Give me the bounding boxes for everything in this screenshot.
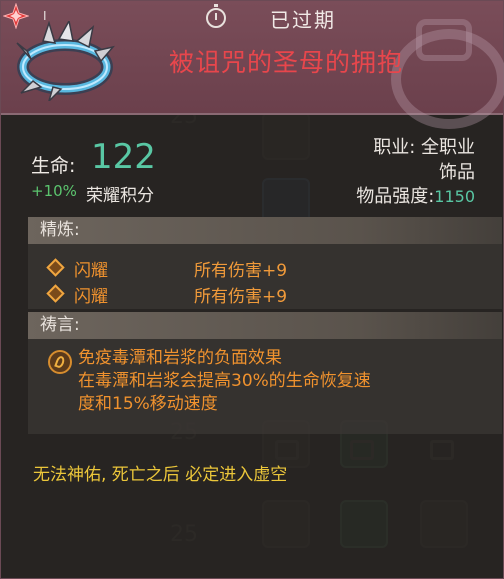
refine-heading: 精炼: xyxy=(28,217,502,244)
ring-item-icon xyxy=(16,21,116,101)
item-power-value: 1150 xyxy=(434,187,475,206)
refine-effect: 所有伤害+9 xyxy=(194,287,288,307)
prayer-line: 免疫毒潭和岩浆的负面效果 xyxy=(78,348,282,368)
bonus-label: 荣耀积分 xyxy=(86,186,154,206)
refine-row: 闪耀 所有伤害+9 xyxy=(46,256,288,281)
item-power: 物品强度:1150 xyxy=(356,182,475,208)
prayer-description: 免疫毒潭和岩浆的负面效果 在毒潭和岩浆会提高30%的生命恢复速 度和15%移动速… xyxy=(78,347,488,416)
life-value: 122 xyxy=(91,137,156,177)
refine-row: 闪耀 所有伤害+9 xyxy=(46,282,288,307)
refine-name: 闪耀 xyxy=(74,287,108,307)
prayer-line: 度和15%移动速度 xyxy=(78,394,218,414)
refine-name: 闪耀 xyxy=(74,261,108,281)
diamond-icon xyxy=(46,258,65,277)
item-type: 饰品 xyxy=(439,162,475,183)
item-tooltip: I 已过期 被诅咒的圣母的拥抱 生命: 122 +10% 荣耀积分 职业: 全职… xyxy=(0,0,504,579)
prayer-line: 在毒潭和岩浆会提高30%的生命恢复速 xyxy=(78,371,371,391)
ring-watermark-gem xyxy=(416,19,472,61)
bonus-percent: +10% xyxy=(31,182,77,200)
diamond-icon xyxy=(46,284,65,303)
tooltip-header: I 已过期 被诅咒的圣母的拥抱 xyxy=(1,1,504,129)
life-label: 生命: xyxy=(31,155,76,177)
clock-icon xyxy=(206,4,226,28)
expired-label: 已过期 xyxy=(270,7,336,32)
item-name: 被诅咒的圣母的拥抱 xyxy=(168,48,403,77)
prayer-icon xyxy=(48,350,72,374)
class-requirement: 职业: 全职业 xyxy=(373,137,475,158)
expired-status: 已过期 xyxy=(206,4,366,32)
refine-effect: 所有伤害+9 xyxy=(194,261,288,281)
prayer-heading: 祷言: xyxy=(28,312,502,339)
curse-note: 无法神佑, 死亡之后 必定进入虚空 xyxy=(33,465,288,485)
item-power-label: 物品强度: xyxy=(356,186,435,207)
